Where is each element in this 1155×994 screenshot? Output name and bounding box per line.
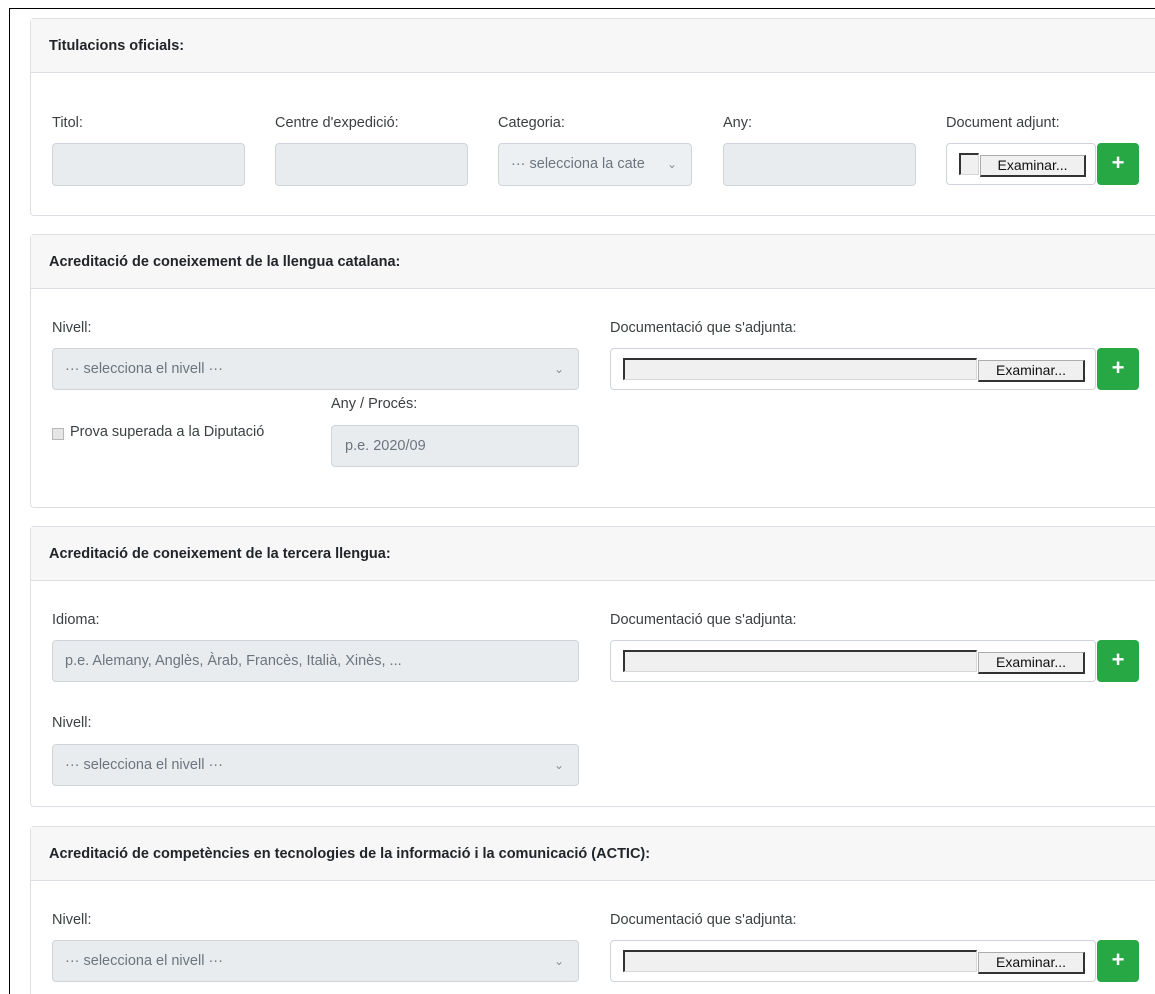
plus-icon: + bbox=[1111, 150, 1125, 175]
browse-button[interactable]: Examinar... bbox=[978, 952, 1085, 974]
any-input[interactable] bbox=[723, 143, 916, 186]
add-titulacio-button[interactable]: + bbox=[1097, 143, 1139, 185]
file-path-field bbox=[623, 358, 977, 380]
file-path-field bbox=[959, 153, 979, 175]
card-header-catalana: Acreditació de coneixement de la llengua… bbox=[31, 235, 1155, 289]
card-actic: Acreditació de competències en tecnologi… bbox=[30, 826, 1155, 994]
nivell-select[interactable]: ··· selecciona el nivell ··· ⌄ bbox=[52, 744, 579, 786]
categoria-select[interactable]: ··· selecciona la cate ⌄ bbox=[498, 143, 692, 186]
card-header-actic: Acreditació de competències en tecnologi… bbox=[31, 827, 1155, 881]
nivell-label: Nivell: bbox=[52, 715, 92, 731]
card-header-tercera: Acreditació de coneixement de la tercera… bbox=[31, 527, 1155, 581]
documentacio-label: Documentació que s'adjunta: bbox=[610, 912, 797, 928]
file-path-field bbox=[623, 650, 977, 672]
idioma-input[interactable]: p.e. Alemany, Anglès, Àrab, Francès, Ita… bbox=[52, 640, 579, 682]
add-tercera-button[interactable]: + bbox=[1097, 640, 1139, 682]
chevron-down-icon: ⌄ bbox=[666, 157, 677, 171]
nivell-label: Nivell: bbox=[52, 912, 92, 928]
document-file-input[interactable]: Examinar... bbox=[946, 143, 1096, 185]
prova-superada-checkbox[interactable] bbox=[52, 428, 64, 440]
centre-label: Centre d'expedició: bbox=[275, 115, 399, 131]
chevron-down-icon: ⌄ bbox=[553, 954, 564, 968]
nivell-select-value: ··· selecciona el nivell ··· bbox=[65, 757, 223, 773]
card-titulacions: Titulacions oficials: Titol: Centre d'ex… bbox=[30, 18, 1155, 216]
categoria-label: Categoria: bbox=[498, 115, 565, 131]
documentacio-label: Documentació que s'adjunta: bbox=[610, 320, 797, 336]
any-proces-placeholder: p.e. 2020/09 bbox=[345, 438, 426, 454]
document-label: Document adjunt: bbox=[946, 115, 1060, 131]
plus-icon: + bbox=[1111, 947, 1125, 972]
idioma-placeholder: p.e. Alemany, Anglès, Àrab, Francès, Ita… bbox=[65, 653, 402, 669]
nivell-select[interactable]: ··· selecciona el nivell ··· ⌄ bbox=[52, 348, 579, 390]
card-tercera-llengua: Acreditació de coneixement de la tercera… bbox=[30, 526, 1155, 807]
browse-button[interactable]: Examinar... bbox=[980, 155, 1086, 177]
titol-label: Titol: bbox=[52, 115, 83, 131]
file-path-field bbox=[623, 950, 977, 972]
card-header-titulacions: Titulacions oficials: bbox=[31, 19, 1155, 73]
chevron-down-icon: ⌄ bbox=[553, 758, 564, 772]
documentacio-label: Documentació que s'adjunta: bbox=[610, 612, 797, 628]
card-catalana: Acreditació de coneixement de la llengua… bbox=[30, 234, 1155, 508]
any-label: Any: bbox=[723, 115, 753, 131]
nivell-select[interactable]: ··· selecciona el nivell ··· ⌄ bbox=[52, 940, 579, 982]
form-frame: Titulacions oficials: Titol: Centre d'ex… bbox=[9, 8, 1155, 994]
nivell-select-value: ··· selecciona el nivell ··· bbox=[65, 361, 223, 377]
titol-input[interactable] bbox=[52, 143, 245, 186]
categoria-select-value: ··· selecciona la cate bbox=[511, 156, 645, 172]
documentacio-file-input[interactable]: Examinar... bbox=[610, 348, 1096, 390]
nivell-label: Nivell: bbox=[52, 320, 92, 336]
chevron-down-icon: ⌄ bbox=[553, 362, 564, 376]
add-catalana-button[interactable]: + bbox=[1097, 348, 1139, 390]
nivell-select-value: ··· selecciona el nivell ··· bbox=[65, 953, 223, 969]
prova-superada-label[interactable]: Prova superada a la Diputació bbox=[70, 424, 264, 440]
browse-button[interactable]: Examinar... bbox=[978, 360, 1085, 382]
plus-icon: + bbox=[1111, 355, 1125, 380]
plus-icon: + bbox=[1111, 647, 1125, 672]
browse-button[interactable]: Examinar... bbox=[978, 652, 1085, 674]
idioma-label: Idioma: bbox=[52, 612, 100, 628]
any-proces-input[interactable]: p.e. 2020/09 bbox=[331, 425, 579, 467]
centre-input[interactable] bbox=[275, 143, 468, 186]
documentacio-file-input[interactable]: Examinar... bbox=[610, 940, 1096, 982]
documentacio-file-input[interactable]: Examinar... bbox=[610, 640, 1096, 682]
add-actic-button[interactable]: + bbox=[1097, 940, 1139, 982]
any-proces-label: Any / Procés: bbox=[331, 396, 418, 412]
